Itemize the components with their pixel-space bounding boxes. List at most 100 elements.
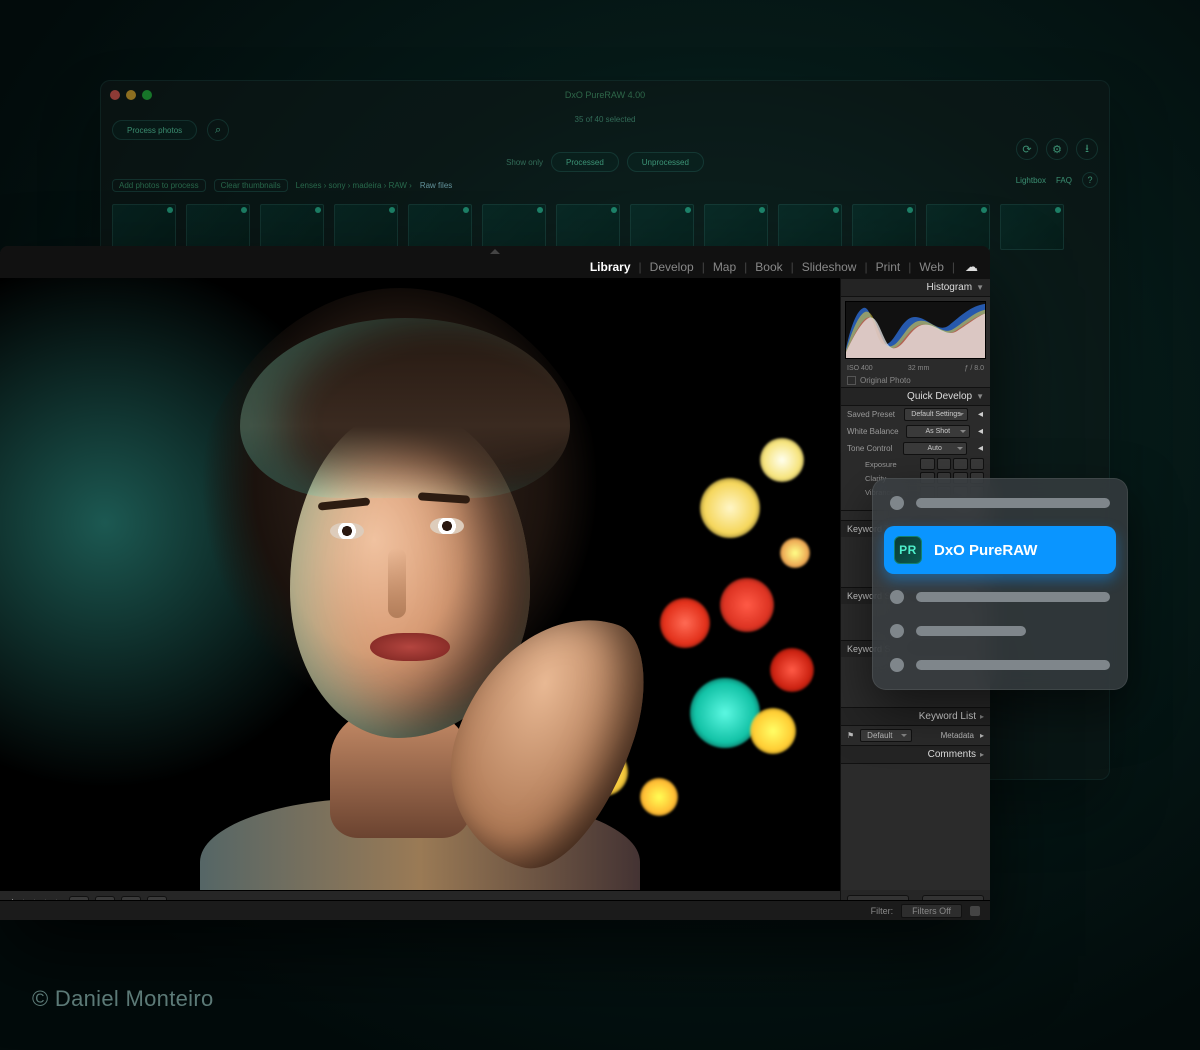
- plugin-icon-placeholder: [890, 590, 904, 604]
- bg-window-title: DxO PureRAW 4.00: [565, 90, 645, 100]
- zoom-icon[interactable]: [142, 90, 152, 100]
- thumbnail[interactable]: [482, 204, 546, 250]
- settings-icon[interactable]: ⚙: [1046, 138, 1068, 160]
- filter-unprocessed-button[interactable]: Unprocessed: [627, 152, 704, 172]
- thumbnail[interactable]: [926, 204, 990, 250]
- plugin-menu-item-dxo-pureraw[interactable]: PR DxO PureRAW: [884, 526, 1116, 574]
- white-balance-select[interactable]: As Shot: [906, 425, 970, 438]
- thumbnail[interactable]: [852, 204, 916, 250]
- thumbnail[interactable]: [186, 204, 250, 250]
- bg-right-links: Lightbox FAQ ?: [1016, 172, 1098, 188]
- thumbnail[interactable]: [334, 204, 398, 250]
- dxo-pureraw-icon: PR: [894, 536, 922, 564]
- bg-toolbar-right: ⟳ ⚙ ⭳: [1016, 138, 1098, 160]
- metadata-preset-select[interactable]: Default: [860, 729, 911, 742]
- checkbox-icon[interactable]: [847, 376, 856, 385]
- tone-auto-button[interactable]: Auto: [903, 442, 967, 455]
- plugin-menu-item[interactable]: [884, 620, 1116, 642]
- tab-map[interactable]: Map: [711, 260, 738, 274]
- histogram-panel-header[interactable]: Histogram ▼: [841, 278, 990, 297]
- chevron-right-icon: ▸: [980, 731, 984, 740]
- exposure-minus-button[interactable]: [920, 458, 935, 470]
- thumbnail[interactable]: [556, 204, 620, 250]
- plugin-menu-item[interactable]: [884, 586, 1116, 608]
- module-picker: Library| Develop| Map| Book| Slideshow| …: [0, 256, 990, 278]
- clear-thumbnails-button[interactable]: Clear thumbnails: [214, 179, 288, 192]
- disclosure-arrow-icon[interactable]: ◂: [977, 426, 984, 437]
- saved-preset-select[interactable]: Default Settings: [904, 408, 968, 421]
- plugin-menu-item[interactable]: [884, 654, 1116, 676]
- chevron-right-icon: ▸: [980, 712, 984, 721]
- exposure-minus-small-button[interactable]: [937, 458, 952, 470]
- thumbnail[interactable]: [260, 204, 324, 250]
- minimize-icon[interactable]: [126, 90, 136, 100]
- tab-book[interactable]: Book: [753, 260, 784, 274]
- thumbnail[interactable]: [704, 204, 768, 250]
- faq-link[interactable]: FAQ: [1056, 176, 1072, 185]
- close-icon[interactable]: [110, 90, 120, 100]
- breadcrumb-current: Raw files: [420, 181, 452, 190]
- histogram-focal: 32 mm: [908, 365, 929, 372]
- plugin-icon-placeholder: [890, 496, 904, 510]
- library-filter-bar: Filter: Filters Off: [0, 900, 990, 920]
- metadata-row: ⚑ Default Metadata ▸: [841, 726, 990, 745]
- lightroom-window: Library| Develop| Map| Book| Slideshow| …: [0, 246, 990, 916]
- disclosure-arrow-icon[interactable]: ◂: [977, 443, 984, 454]
- photo-preview: [0, 278, 840, 890]
- bg-titlebar: DxO PureRAW 4.00: [100, 80, 1110, 110]
- white-balance-row: White Balance As Shot ◂: [841, 423, 990, 440]
- tab-slideshow[interactable]: Slideshow: [800, 260, 859, 274]
- original-photo-toggle[interactable]: Original Photo: [841, 374, 990, 387]
- plugin-menu-popup: PR DxO PureRAW: [872, 478, 1128, 690]
- bg-selection-count: 35 of 40 selected: [575, 115, 636, 124]
- filter-processed-button[interactable]: Processed: [551, 152, 619, 172]
- histogram-footer: ISO 400 32 mm ƒ / 8.0: [841, 363, 990, 374]
- add-photos-button[interactable]: Add photos to process: [112, 179, 206, 192]
- window-traffic-lights[interactable]: [110, 90, 152, 100]
- lightbox-link[interactable]: Lightbox: [1016, 176, 1046, 185]
- panel-collapse-handle[interactable]: [0, 246, 990, 256]
- comments-header[interactable]: Comments ▸: [841, 745, 990, 764]
- plugin-label-placeholder: [916, 626, 1026, 636]
- plugin-menu-item[interactable]: [884, 492, 1116, 514]
- plugin-label-placeholder: [916, 592, 1110, 602]
- thumbnail[interactable]: [778, 204, 842, 250]
- histogram-aperture: ƒ / 8.0: [965, 365, 984, 372]
- disclosure-arrow-icon[interactable]: ◂: [977, 409, 984, 420]
- exposure-plus-small-button[interactable]: [953, 458, 968, 470]
- bg-filterbar: Show only Processed Unprocessed: [100, 150, 1110, 174]
- tag-icon[interactable]: ⚑: [847, 731, 854, 740]
- process-photos-button[interactable]: Process photos: [112, 120, 197, 140]
- tab-develop[interactable]: Develop: [648, 260, 696, 274]
- help-icon[interactable]: ?: [1082, 172, 1098, 188]
- export-icon[interactable]: ⭳: [1076, 138, 1098, 160]
- filters-off-select[interactable]: Filters Off: [901, 904, 962, 918]
- image-viewer[interactable]: [0, 278, 840, 890]
- show-only-label: Show only: [506, 158, 543, 167]
- photo-credit: © Daniel Monteiro: [32, 986, 214, 1012]
- metadata-title[interactable]: Metadata: [941, 731, 974, 740]
- breadcrumb-path[interactable]: Lenses › sony › madeira › RAW ›: [296, 181, 412, 190]
- refresh-icon[interactable]: ⟳: [1016, 138, 1038, 160]
- thumbnail[interactable]: [630, 204, 694, 250]
- bg-breadcrumb: Add photos to process Clear thumbnails L…: [100, 174, 1110, 196]
- thumbnail[interactable]: [408, 204, 472, 250]
- exposure-plus-button[interactable]: [970, 458, 985, 470]
- tab-web[interactable]: Web: [917, 260, 945, 274]
- quick-develop-header[interactable]: Quick Develop ▼: [841, 387, 990, 406]
- chevron-down-icon: ▼: [976, 392, 984, 401]
- tab-library[interactable]: Library: [588, 260, 633, 274]
- thumbnail[interactable]: [112, 204, 176, 250]
- lock-icon[interactable]: [970, 906, 980, 916]
- thumbnail[interactable]: [1000, 204, 1064, 250]
- cloud-sync-icon[interactable]: ☁: [965, 259, 978, 275]
- histogram-graph[interactable]: [845, 301, 986, 359]
- tab-print[interactable]: Print: [874, 260, 903, 274]
- search-icon[interactable]: ⌕: [207, 119, 229, 141]
- saved-preset-row: Saved Preset Default Settings ◂: [841, 406, 990, 423]
- exposure-row: Exposure: [841, 457, 990, 471]
- tone-control-row: Tone Control Auto ◂: [841, 440, 990, 457]
- chevron-right-icon: ▸: [980, 750, 984, 759]
- keyword-list-header[interactable]: Keyword List ▸: [841, 707, 990, 726]
- histogram-iso: ISO 400: [847, 365, 873, 372]
